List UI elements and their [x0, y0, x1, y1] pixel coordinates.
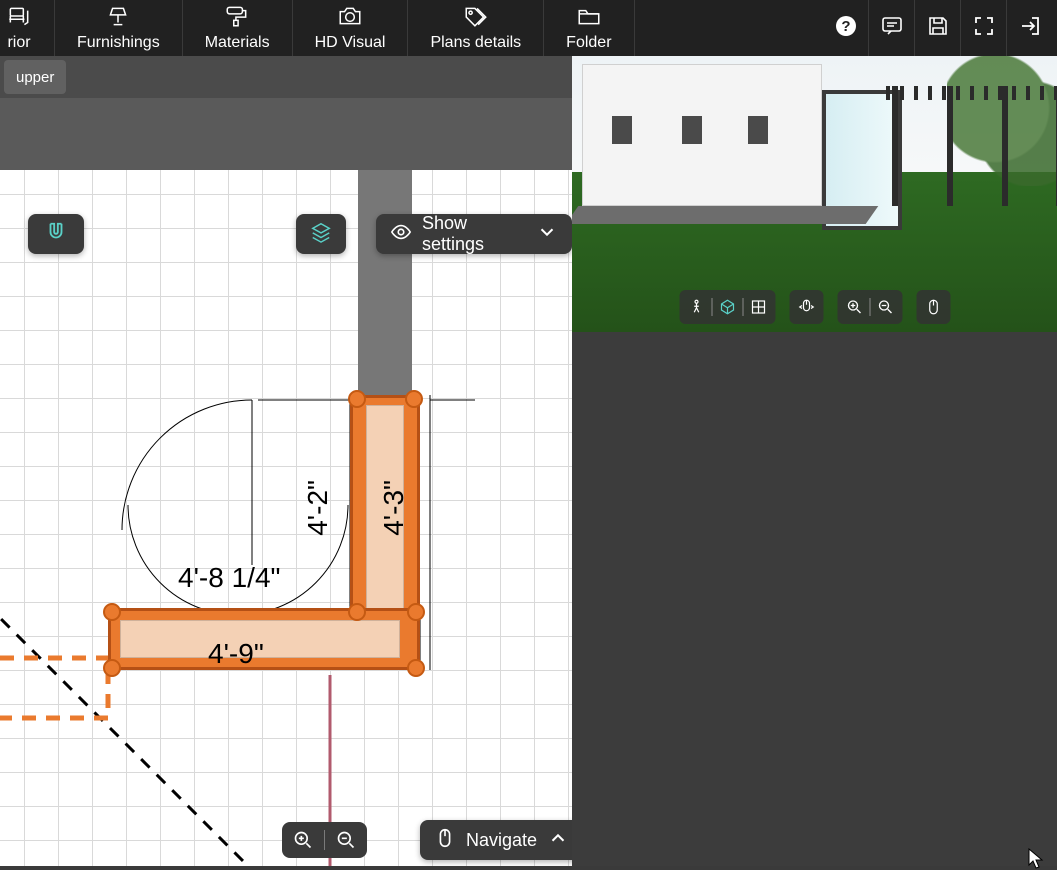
mouse-mode-group: [916, 290, 950, 324]
wall-handle[interactable]: [407, 603, 425, 621]
toolbar-3d: [679, 290, 950, 324]
wall-handle[interactable]: [103, 603, 121, 621]
tab-label: rior: [7, 34, 30, 52]
comment-button[interactable]: [869, 0, 915, 56]
wall-handle[interactable]: [407, 659, 425, 677]
dimension-right-v[interactable]: 4'-3": [378, 480, 410, 536]
main-tabs: rior Furnishings Materials HD Visual Pla…: [0, 0, 635, 56]
existing-wall: [358, 170, 412, 400]
show-settings-label: Show settings: [422, 213, 526, 255]
subbar-lower-strip: [0, 98, 572, 170]
tab-materials[interactable]: Materials: [183, 0, 293, 56]
save-icon: [926, 14, 950, 43]
tab-label: Materials: [205, 34, 270, 52]
help-icon: ?: [834, 14, 858, 43]
tab-hd-visual[interactable]: HD Visual: [293, 0, 409, 56]
zoom-controls-2d: [282, 822, 367, 858]
tab-folder[interactable]: Folder: [544, 0, 634, 56]
snap-toggle[interactable]: [28, 214, 84, 254]
panel-3d-empty: [572, 332, 1057, 866]
pan-group: [789, 290, 823, 324]
floor-chip-label: upper: [16, 69, 54, 86]
layers-toggle[interactable]: [296, 214, 346, 254]
navigate-button[interactable]: Navigate: [420, 820, 572, 860]
wall-handle[interactable]: [348, 390, 366, 408]
roller-icon: [224, 5, 250, 32]
tab-furnishings[interactable]: Furnishings: [55, 0, 183, 56]
zoom-out-button[interactable]: [331, 830, 361, 850]
pan-button[interactable]: [797, 298, 815, 316]
help-button[interactable]: ?: [823, 0, 869, 56]
dimension-top-h[interactable]: 4'-8 1/4": [178, 562, 280, 594]
tab-label: Furnishings: [77, 34, 160, 52]
camera-icon: [337, 5, 363, 32]
chevron-up-icon: [547, 827, 569, 854]
view-mode-group: [679, 290, 775, 324]
exit-button[interactable]: [1007, 0, 1053, 56]
tab-label: HD Visual: [315, 34, 386, 52]
tab-plans-details[interactable]: Plans details: [408, 0, 544, 56]
mouse-mode-button[interactable]: [924, 298, 942, 316]
plan-2d-viewport[interactable]: 4'-8 1/4" 4'-9" 4'-2" 4'-3" Show setting…: [0, 170, 572, 866]
save-button[interactable]: [915, 0, 961, 56]
comment-icon: [880, 14, 904, 43]
eye-icon: [390, 221, 412, 248]
show-settings-button[interactable]: Show settings: [376, 214, 572, 254]
plan-overlay: [0, 170, 572, 866]
folder-icon: [576, 5, 602, 32]
mouse-icon: [434, 827, 456, 854]
svg-text:?: ?: [841, 18, 850, 35]
cursor-icon: [1028, 848, 1044, 870]
zoom-in-button[interactable]: [288, 830, 318, 850]
dimension-bottom-h[interactable]: 4'-9": [208, 638, 264, 670]
floor-chip[interactable]: upper: [4, 60, 66, 94]
exit-icon: [1018, 14, 1042, 43]
floor-subbar: upper: [0, 56, 572, 98]
orbit-button[interactable]: [718, 298, 736, 316]
plan3d-button[interactable]: [749, 298, 767, 316]
tags-icon: [463, 5, 489, 32]
zoom-in-3d-button[interactable]: [845, 298, 863, 316]
magnet-icon: [45, 221, 67, 248]
separator: [324, 830, 325, 850]
wall-handle[interactable]: [103, 659, 121, 677]
wall-handle[interactable]: [405, 390, 423, 408]
tab-label: Plans details: [430, 34, 521, 52]
lamp-icon: [105, 5, 131, 32]
panel-3d-viewport[interactable]: [572, 56, 1057, 332]
zoom-3d-group: [837, 290, 902, 324]
fullscreen-icon: [972, 14, 996, 43]
navigate-label: Navigate: [466, 830, 537, 851]
walkthrough-button[interactable]: [687, 298, 705, 316]
chair-icon: [6, 5, 32, 32]
chevron-down-icon: [536, 221, 558, 248]
top-toolbar: rior Furnishings Materials HD Visual Pla…: [0, 0, 1057, 56]
zoom-out-3d-button[interactable]: [876, 298, 894, 316]
dimension-left-v[interactable]: 4'-2": [302, 480, 334, 536]
tab-exterior[interactable]: rior: [0, 0, 55, 56]
tab-label: Folder: [566, 34, 611, 52]
fullscreen-button[interactable]: [961, 0, 1007, 56]
layers-icon: [310, 221, 332, 248]
wall-handle[interactable]: [348, 603, 366, 621]
top-right-icons: ?: [823, 0, 1057, 56]
